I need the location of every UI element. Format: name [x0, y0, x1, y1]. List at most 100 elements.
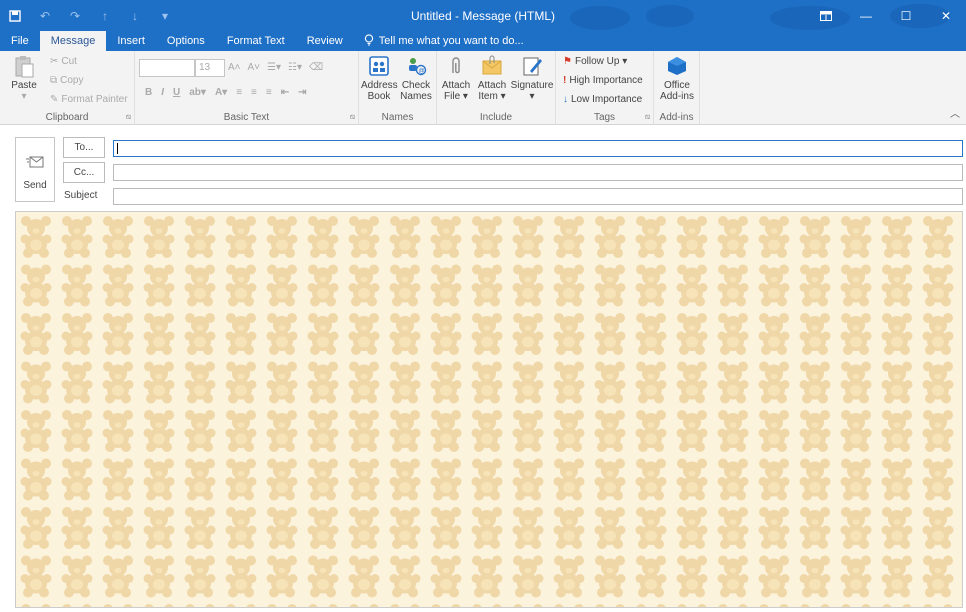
cc-field[interactable]	[113, 164, 963, 181]
tags-group-label: Tags	[593, 112, 616, 123]
message-body[interactable]	[15, 211, 963, 608]
high-importance-button[interactable]: ! High Importance	[563, 75, 643, 86]
tab-message[interactable]: Message	[39, 31, 107, 51]
ribbon: Paste ▾ ✂ Cut ⧉ Copy ✎ Format Painter Clipb…	[0, 51, 966, 125]
low-importance-button[interactable]: ↓ Low Importance	[563, 94, 642, 105]
subject-label: Subject	[64, 190, 98, 201]
align-right-icon[interactable]: ≡	[266, 87, 272, 98]
attach-item-label-2: Item ▾	[478, 91, 506, 102]
bold-button[interactable]: B	[145, 87, 152, 98]
address-book-label-1: Address	[361, 80, 398, 91]
tab-file[interactable]: File	[0, 31, 40, 51]
tab-review[interactable]: Review	[296, 31, 354, 51]
paste-button[interactable]: Paste ▾	[4, 55, 44, 102]
group-names: Address Book @ Check Names Names	[359, 51, 437, 125]
follow-up-button[interactable]: ⚑ Follow Up ▾	[563, 56, 627, 67]
font-size-combo[interactable]: 13	[195, 59, 225, 77]
underline-button[interactable]: U	[173, 87, 180, 98]
subject-field[interactable]	[113, 188, 963, 205]
collapse-ribbon-icon[interactable]: ︿	[950, 105, 960, 120]
maximize-icon[interactable]: ☐	[886, 0, 926, 31]
tell-me-box[interactable]: Tell me what you want to do...	[354, 31, 524, 51]
to-button[interactable]: To...	[63, 137, 105, 158]
send-icon	[16, 155, 54, 171]
svg-text:@: @	[419, 69, 425, 75]
high-importance-label: High Importance	[569, 75, 643, 86]
minimize-icon[interactable]: —	[846, 0, 886, 31]
highlight-icon[interactable]: ab▾	[189, 87, 206, 98]
increase-indent-icon[interactable]: ⇥	[298, 87, 306, 98]
numbering-icon[interactable]: ☷▾	[288, 62, 302, 73]
cut-label: Cut	[61, 56, 77, 67]
send-button[interactable]: Send	[15, 137, 55, 202]
office-addins-label-1: Office	[664, 80, 690, 91]
tab-options[interactable]: Options	[156, 31, 216, 51]
font-name-combo[interactable]	[139, 59, 195, 77]
font-tools-row: A˄ A˅ ☰▾ ☷▾ ⌫	[228, 62, 323, 73]
format-painter-label: Format Painter	[61, 94, 128, 105]
signature-label-1: Signature	[510, 80, 554, 91]
close-icon[interactable]: ✕	[926, 0, 966, 31]
flag-icon: ⚑	[563, 56, 572, 67]
group-include: Attach File ▾ Attach Item ▾ Signature ▾ …	[437, 51, 556, 125]
tab-insert[interactable]: Insert	[106, 31, 156, 51]
tags-launcher-icon[interactable]: ⧅	[645, 112, 650, 122]
clear-formatting-icon[interactable]: ⌫	[309, 62, 323, 73]
bullets-icon[interactable]: ☰▾	[267, 62, 281, 73]
signature-label-2: ▾	[529, 91, 535, 102]
check-names-icon: @	[405, 55, 427, 77]
font-color-icon[interactable]: A▾	[215, 87, 227, 98]
check-names-label-1: Check	[401, 80, 431, 91]
attach-file-label-1: Attach	[441, 80, 471, 91]
paintbrush-icon: ✎	[50, 94, 59, 105]
attach-file-label-2: File ▾	[444, 91, 468, 102]
signature-button[interactable]: Signature ▾	[509, 55, 555, 102]
paperclip-icon	[445, 55, 467, 77]
to-field[interactable]	[113, 140, 963, 157]
shrink-font-icon[interactable]: A˅	[248, 62, 261, 73]
copy-icon: ⧉	[50, 75, 58, 86]
high-importance-icon: !	[563, 75, 567, 86]
office-addins-button[interactable]: Office Add-ins	[656, 55, 698, 102]
follow-up-label: Follow Up ▾	[574, 56, 628, 67]
address-book-label-2: Book	[367, 91, 391, 102]
attach-item-button[interactable]: Attach Item ▾	[475, 55, 509, 102]
clipboard-group-label: Clipboard	[45, 112, 89, 123]
cc-button[interactable]: Cc...	[63, 162, 105, 183]
text-caret	[117, 143, 118, 154]
attach-item-icon	[481, 55, 503, 77]
basic-text-group-label: Basic Text	[223, 112, 270, 123]
address-book-icon	[368, 55, 390, 77]
format-row: B I U ab▾ A▾ ≡ ≡ ≡ ⇤ ⇥	[145, 87, 307, 98]
tab-format-text[interactable]: Format Text	[216, 31, 296, 51]
copy-label: Copy	[60, 75, 84, 86]
addins-group-label: Add-ins	[659, 112, 694, 123]
basic-text-launcher-icon[interactable]: ⧅	[350, 112, 355, 122]
ribbon-tabs: File Message Insert Options Format Text …	[0, 31, 966, 51]
title-bar: ↶ ↷ ↑ ↓ ▾ Untitled - Message (HTML) — ☐ …	[0, 0, 966, 31]
font-size-value: 13	[199, 62, 211, 73]
format-painter-button[interactable]: ✎ Format Painter	[50, 94, 128, 105]
group-tags: ⚑ Follow Up ▾ ! High Importance ↓ Low Impor…	[556, 51, 654, 125]
tell-me-text: Tell me what you want to do...	[378, 35, 524, 47]
attach-file-button[interactable]: Attach File ▾	[439, 55, 473, 102]
italic-button[interactable]: I	[161, 87, 164, 98]
grow-font-icon[interactable]: A˄	[228, 62, 241, 73]
align-center-icon[interactable]: ≡	[251, 87, 257, 98]
check-names-button[interactable]: @ Check Names	[399, 55, 433, 102]
names-group-label: Names	[381, 112, 414, 123]
paste-dropdown-icon: ▾	[21, 91, 27, 102]
cut-button[interactable]: ✂ Cut	[50, 56, 77, 67]
include-group-label: Include	[479, 112, 513, 123]
align-left-icon[interactable]: ≡	[236, 87, 242, 98]
attach-item-label-1: Attach	[477, 80, 507, 91]
decrease-indent-icon[interactable]: ⇤	[281, 87, 289, 98]
group-addins: Office Add-ins Add-ins	[654, 51, 700, 125]
ribbon-display-options-icon[interactable]	[806, 0, 846, 31]
lightbulb-icon	[364, 33, 374, 49]
address-book-button[interactable]: Address Book	[361, 55, 398, 102]
group-clipboard: Paste ▾ ✂ Cut ⧉ Copy ✎ Format Painter Clipb…	[0, 51, 135, 125]
signature-icon	[521, 55, 543, 77]
clipboard-launcher-icon[interactable]: ⧅	[126, 112, 131, 122]
copy-button[interactable]: ⧉ Copy	[50, 75, 84, 86]
